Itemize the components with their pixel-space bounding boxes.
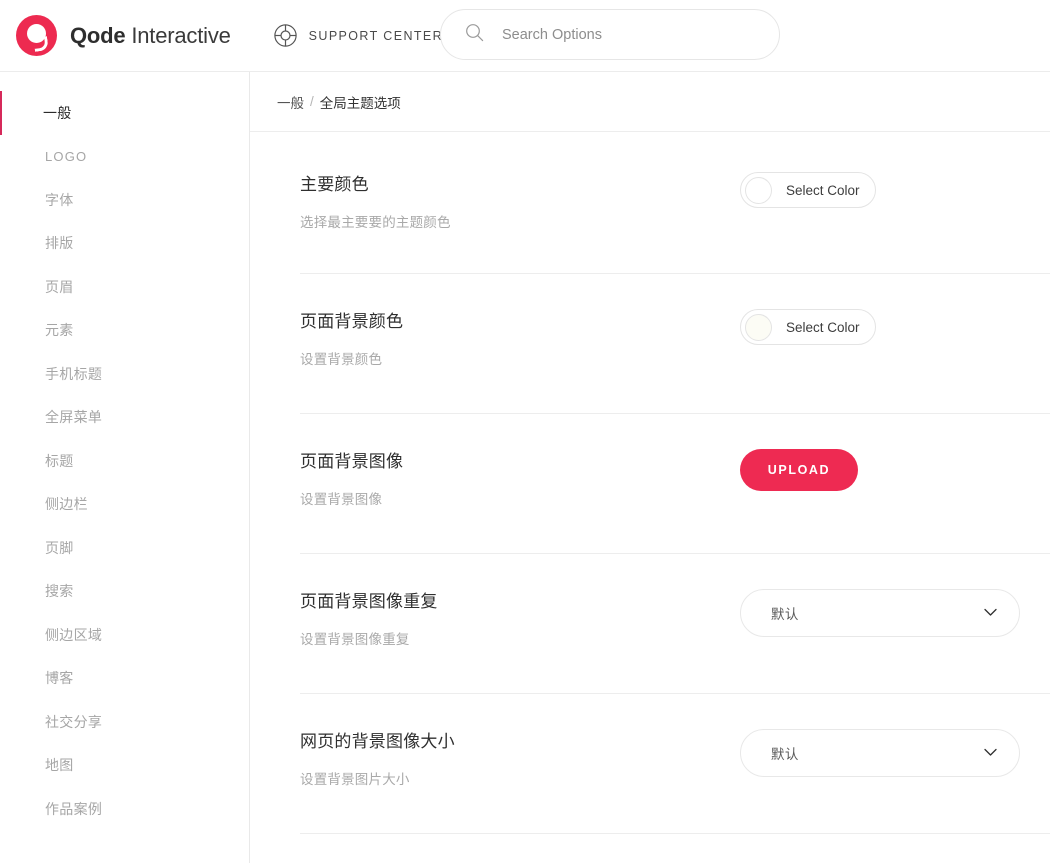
app-header: Qode Interactive SUPPORT CENTER xyxy=(0,0,1050,72)
brand-name-light: Interactive xyxy=(131,22,231,48)
sidebar-item-1[interactable]: LOGO xyxy=(0,135,249,179)
main-content: 一般 / 全局主题选项 主要颜色 选择最主要要的主题颜色 Select Color 页… xyxy=(250,72,1050,863)
option-description: 设置背景图像重复 xyxy=(300,632,410,647)
sidebar-item-14[interactable]: 社交分享 xyxy=(0,700,249,744)
sidebar-item-label: 页脚 xyxy=(45,539,74,556)
upload-button[interactable]: UPLOAD xyxy=(740,449,858,491)
option-row: 页面背景颜色设置背景颜色 Select Color xyxy=(300,274,1050,414)
color-swatch xyxy=(745,176,772,204)
option-meta: 网页的背景图像大小设置背景图片大小 xyxy=(300,727,740,788)
support-center-link[interactable]: SUPPORT CENTER xyxy=(273,23,443,48)
color-swatch xyxy=(745,313,772,341)
option-row: 页面背景图像 设置背景图像 UPLOAD xyxy=(300,414,1050,554)
breadcrumb-parent[interactable]: 一般 xyxy=(277,92,304,112)
sidebar-item-label: 排版 xyxy=(45,235,74,252)
chevron-down-icon xyxy=(984,604,997,622)
sidebar-item-label: 页眉 xyxy=(45,278,74,295)
option-meta: 主要颜色选择最主要要的主题颜色 xyxy=(300,170,740,231)
sidebar-item-4[interactable]: 页眉 xyxy=(0,265,249,309)
option-description: 设置背景图像 xyxy=(300,492,383,507)
option-control: UPLOAD xyxy=(740,447,1050,491)
option-title: 页面背景图像 xyxy=(300,452,404,471)
lifering-icon xyxy=(273,23,298,48)
sidebar-item-label: 手机标题 xyxy=(45,365,103,382)
sidebar-item-6[interactable]: 手机标题 xyxy=(0,352,249,396)
option-description: 设置背景图片大小 xyxy=(300,772,410,787)
sidebar-item-label: 字体 xyxy=(45,191,74,208)
brand-title: Qode Interactive xyxy=(70,23,231,49)
brand-name-bold: Qode xyxy=(70,22,126,48)
sidebar-item-13[interactable]: 博客 xyxy=(0,657,249,701)
chevron-down-icon xyxy=(984,744,997,762)
select-value: 默认 xyxy=(771,607,799,622)
option-control: Select Color xyxy=(740,307,1050,345)
sidebar-item-label: 侧边栏 xyxy=(45,496,88,513)
qode-logo-icon xyxy=(16,15,57,56)
sidebar-item-label: 社交分享 xyxy=(45,713,103,730)
sidebar-item-label: 全屏菜单 xyxy=(45,409,103,426)
sidebar-item-2[interactable]: 字体 xyxy=(0,178,249,222)
select-color-button[interactable]: Select Color xyxy=(740,309,876,345)
option-meta: 页面背景颜色设置背景颜色 xyxy=(300,307,740,368)
sidebar-item-label: 作品案例 xyxy=(45,800,103,817)
sidebar-item-label: 地图 xyxy=(45,757,74,774)
search-icon xyxy=(465,23,484,47)
search-input[interactable] xyxy=(502,26,752,43)
page-body: 一般 LOGO 字体排版页眉元素手机标题全屏菜单标题侧边栏页脚搜索侧边区域博客社交分… xyxy=(0,72,1050,863)
select-dropdown[interactable]: 默认 xyxy=(740,729,1020,777)
brand[interactable]: Qode Interactive xyxy=(16,15,231,56)
support-center-label: SUPPORT CENTER xyxy=(308,28,444,43)
sidebar-item-label: 博客 xyxy=(45,670,74,687)
sidebar-item-label: LOGO xyxy=(45,148,88,164)
option-meta: 页面背景图像设置背景图像 xyxy=(300,447,740,508)
select-color-label: Select Color xyxy=(786,319,860,335)
sidebar-item-15[interactable]: 地图 xyxy=(0,744,249,788)
sidebar-item-11[interactable]: 搜索 xyxy=(0,570,249,614)
option-title: 网页的背景图像大小 xyxy=(300,732,455,751)
sidebar-item-10[interactable]: 页脚 xyxy=(0,526,249,570)
sidebar-item-5[interactable]: 元素 xyxy=(0,309,249,353)
sidebar-item-7[interactable]: 全屏菜单 xyxy=(0,396,249,440)
sidebar-item-9[interactable]: 侧边栏 xyxy=(0,483,249,527)
search-bar[interactable] xyxy=(440,9,780,60)
sidebar-nav: 一般 LOGO 字体排版页眉元素手机标题全屏菜单标题侧边栏页脚搜索侧边区域博客社交分… xyxy=(0,72,250,863)
option-description: 设置背景颜色 xyxy=(300,352,383,367)
option-control: Select Color xyxy=(740,170,1050,208)
sidebar-item-0[interactable]: 一般 xyxy=(0,91,249,135)
breadcrumb: 一般 / 全局主题选项 xyxy=(250,72,1050,132)
sidebar-item-16[interactable]: 作品案例 xyxy=(0,787,249,831)
sidebar-item-label: 一般 xyxy=(43,104,72,121)
select-color-button[interactable]: Select Color xyxy=(740,172,876,208)
option-control: 默认 xyxy=(740,727,1050,777)
breadcrumb-separator: / xyxy=(310,94,314,109)
options-list: 主要颜色选择最主要要的主题颜色 Select Color 页面背景颜色设置背景颜色 S… xyxy=(250,132,1050,834)
option-title: 主要颜色 xyxy=(300,175,369,194)
option-control: 默认 xyxy=(740,587,1050,637)
sidebar-item-label: 标题 xyxy=(45,452,74,469)
option-description: 选择最主要要的主题颜色 xyxy=(300,215,451,230)
option-row: 页面背景图像重复设置背景图像重复 默认 xyxy=(300,554,1050,694)
option-title: 页面背景图像重复 xyxy=(300,592,438,611)
sidebar-item-12[interactable]: 侧边区域 xyxy=(0,613,249,657)
option-title: 页面背景颜色 xyxy=(300,312,404,331)
sidebar-item-label: 搜索 xyxy=(45,583,74,600)
breadcrumb-current: 全局主题选项 xyxy=(319,95,401,111)
sidebar-item-8[interactable]: 标题 xyxy=(0,439,249,483)
option-row: 网页的背景图像大小设置背景图片大小 默认 xyxy=(300,694,1050,834)
select-color-label: Select Color xyxy=(786,182,860,198)
sidebar-item-3[interactable]: 排版 xyxy=(0,222,249,266)
sidebar-item-label: 元素 xyxy=(45,322,74,339)
sidebar-item-label: 侧边区域 xyxy=(45,626,103,643)
option-meta: 页面背景图像重复设置背景图像重复 xyxy=(300,587,740,648)
select-value: 默认 xyxy=(771,747,799,762)
select-dropdown[interactable]: 默认 xyxy=(740,589,1020,637)
option-row: 主要颜色选择最主要要的主题颜色 Select Color xyxy=(300,132,1050,274)
